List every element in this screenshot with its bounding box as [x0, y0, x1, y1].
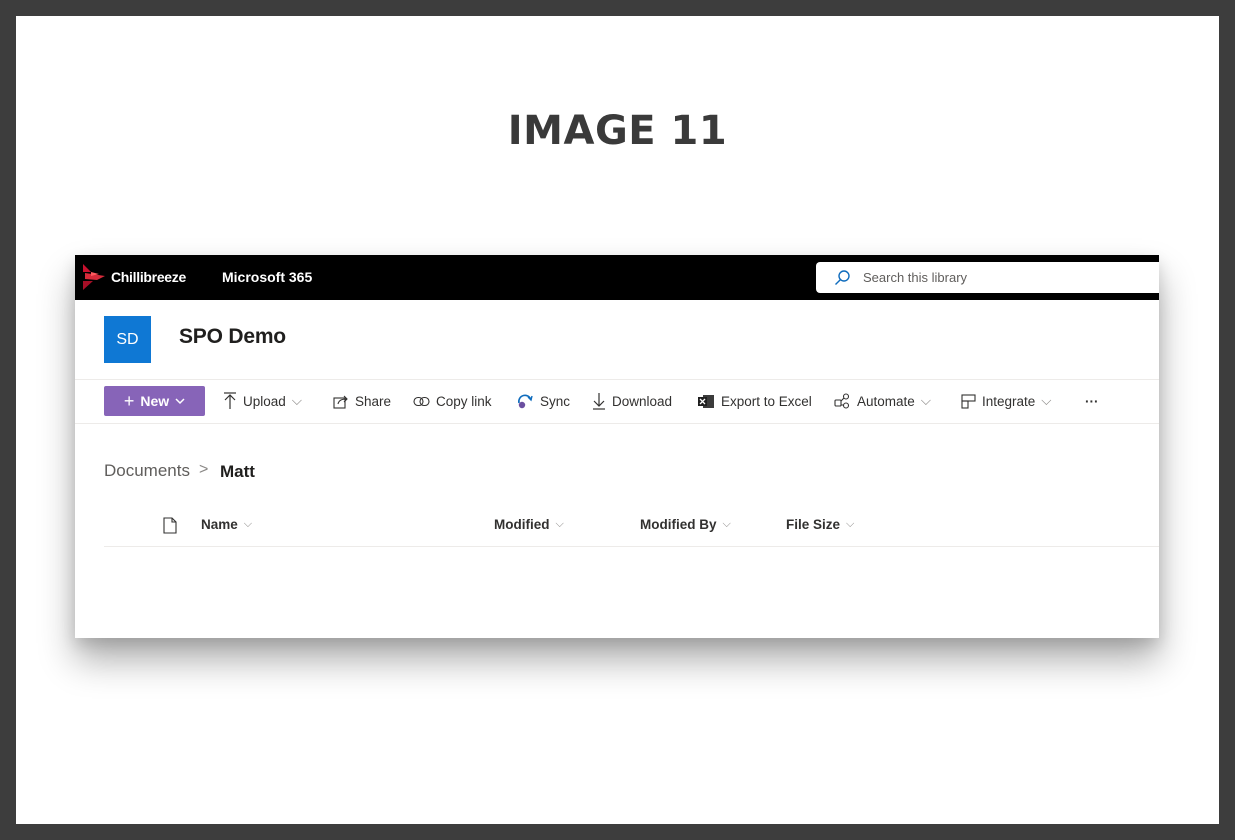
header-divider [75, 379, 1159, 380]
image-title: IMAGE 11 [507, 108, 728, 154]
site-logo-initials: SD [116, 330, 139, 348]
download-button[interactable]: Download [592, 386, 672, 416]
export-to-excel-label: Export to Excel [721, 393, 812, 409]
more-actions-button[interactable]: ··· [1085, 386, 1099, 416]
app-launcher-title[interactable]: Microsoft 365 [222, 269, 312, 285]
site-logo[interactable]: SD [104, 316, 151, 363]
chevron-down-icon: ⌵ [920, 393, 932, 408]
excel-icon [698, 394, 714, 408]
search-icon [835, 270, 850, 285]
suite-bar: Chillibreeze Microsoft 365 Search this l… [75, 255, 1159, 300]
column-header-modified-by[interactable]: Modified By ⌵ [640, 517, 731, 532]
upload-button[interactable]: Upload ⌵ [223, 386, 302, 416]
search-input[interactable]: Search this library [816, 262, 1159, 293]
chevron-down-icon [175, 397, 185, 404]
brand-name[interactable]: Chillibreeze [111, 269, 186, 285]
share-icon [333, 395, 348, 409]
upload-label: Upload [243, 393, 286, 409]
file-type-icon[interactable] [163, 517, 177, 534]
integrate-button[interactable]: Integrate ⌵ [961, 386, 1052, 416]
chevron-down-icon: ⌵ [722, 518, 731, 530]
column-header-file-size[interactable]: File Size ⌵ [786, 517, 854, 532]
site-title[interactable]: SPO Demo [179, 325, 286, 349]
chevron-down-icon: ⌵ [291, 393, 303, 408]
chevron-down-icon: ⌵ [846, 518, 855, 530]
sync-label: Sync [540, 393, 571, 409]
chevron-down-icon: ⌵ [555, 518, 564, 530]
copy-link-button[interactable]: Copy link [413, 386, 492, 416]
column-name-label: Name [201, 517, 238, 532]
list-header-divider [104, 546, 1159, 547]
breadcrumb-separator-icon: > [199, 461, 209, 478]
download-icon [593, 393, 605, 410]
upload-icon [224, 392, 236, 409]
chillibreeze-logo-icon [83, 264, 105, 290]
chevron-down-icon: ⌵ [243, 518, 253, 530]
search-placeholder: Search this library [863, 270, 968, 285]
export-to-excel-button[interactable]: Export to Excel [698, 386, 812, 416]
new-button-label: New [140, 393, 170, 409]
automate-icon [834, 393, 850, 409]
automate-label: Automate [857, 393, 915, 409]
sync-icon [518, 394, 533, 409]
chevron-down-icon: ⌵ [1041, 393, 1052, 408]
automate-button[interactable]: Automate ⌵ [834, 386, 931, 416]
breadcrumb-documents[interactable]: Documents [104, 461, 190, 481]
copy-link-label: Copy link [436, 393, 492, 409]
column-modified-by-label: Modified By [640, 517, 717, 532]
command-bar-divider [75, 423, 1159, 424]
column-file-size-label: File Size [786, 517, 841, 532]
new-button[interactable]: + New [104, 386, 205, 416]
link-icon [413, 396, 430, 406]
download-label: Download [612, 393, 673, 409]
breadcrumb-current: Matt [220, 462, 255, 481]
column-header-modified[interactable]: Modified ⌵ [494, 517, 564, 532]
plus-icon: + [123, 391, 135, 411]
share-label: Share [355, 393, 392, 409]
integrate-icon [961, 393, 976, 409]
column-header-name[interactable]: Name ⌵ [201, 517, 252, 532]
share-button[interactable]: Share [333, 386, 391, 416]
sharepoint-window: Chillibreeze Microsoft 365 Search this l… [75, 255, 1159, 638]
sync-button[interactable]: Sync [516, 386, 570, 416]
column-modified-label: Modified [494, 517, 550, 532]
integrate-label: Integrate [982, 393, 1036, 409]
more-icon: ··· [1085, 393, 1099, 409]
